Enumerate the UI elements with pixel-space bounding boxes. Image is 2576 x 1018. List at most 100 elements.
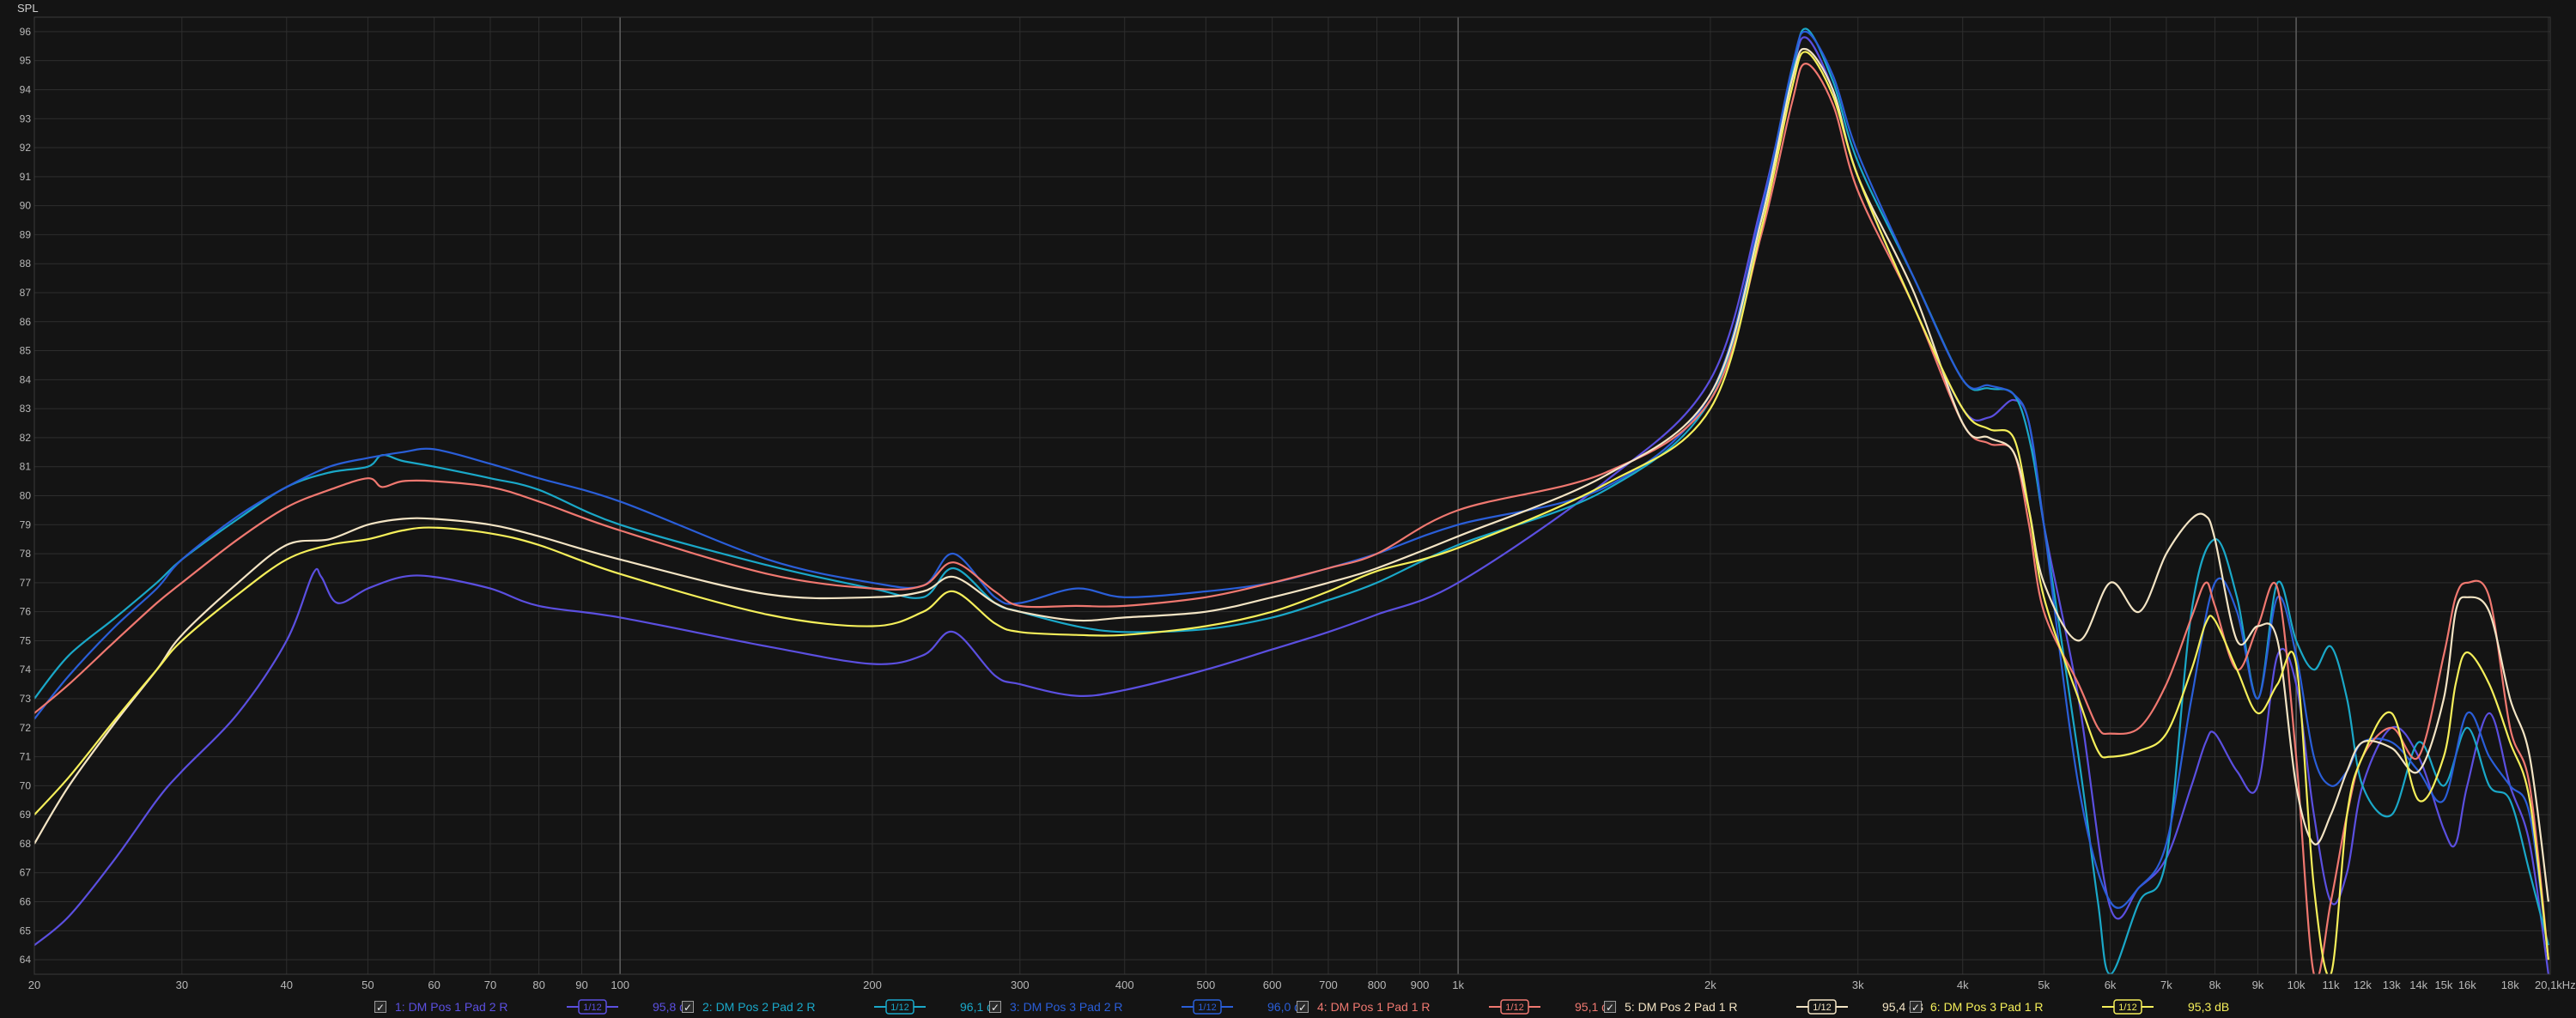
x-tick-label: 500 <box>1196 979 1215 991</box>
x-tick-label: 1k <box>1452 979 1464 991</box>
y-tick-label: 68 <box>20 838 32 850</box>
legend-item[interactable]: ✓ 1: DM Pos 1 Pad 2 R 1/12 95,8 dB <box>374 998 694 1015</box>
y-tick-label: 72 <box>20 722 32 734</box>
y-tick-label: 65 <box>20 924 32 936</box>
smoothing-label: 1/12 <box>1813 1003 1831 1013</box>
legend-checkbox[interactable]: ✓ <box>1910 1001 1922 1014</box>
y-tick-label: 70 <box>20 779 32 791</box>
x-tick-label: 200 <box>863 979 882 991</box>
y-tick-label: 67 <box>20 867 32 879</box>
legend-value: 95,3 dB <box>2188 1000 2230 1014</box>
legend-item[interactable]: ✓ 3: DM Pos 3 Pad 2 R 1/12 96,0 dB <box>989 998 1309 1015</box>
y-tick-label: 95 <box>20 55 32 67</box>
smoothing-button[interactable]: 1/12 <box>1796 998 1848 1015</box>
y-tick-label: 78 <box>20 548 32 560</box>
smoothing-label: 1/12 <box>890 1003 908 1013</box>
smoothing-label: 1/12 <box>583 1003 601 1013</box>
smoothing-button[interactable]: 1/12 <box>1489 998 1540 1015</box>
y-tick-label: 88 <box>20 258 32 270</box>
y-axis-label: SPL <box>17 2 39 15</box>
x-tick-label: 6k <box>2105 979 2117 991</box>
smoothing-button[interactable]: 1/12 <box>1182 998 1233 1015</box>
y-tick-label: 66 <box>20 896 32 908</box>
legend-checkbox[interactable]: ✓ <box>682 1001 694 1014</box>
smoothing-button[interactable]: 1/12 <box>567 998 618 1015</box>
y-tick-label: 89 <box>20 228 32 240</box>
legend-series-name: 6: DM Pos 3 Pad 1 R <box>1930 1000 2044 1014</box>
x-tick-label: 9k <box>2252 979 2264 991</box>
legend-series-name: 5: DM Pos 2 Pad 1 R <box>1625 1000 1738 1014</box>
y-tick-label: 86 <box>20 316 32 328</box>
smoothing-label: 1/12 <box>1198 1003 1216 1013</box>
x-tick-label: 600 <box>1263 979 1282 991</box>
legend-series-name: 4: DM Pos 1 Pad 1 R <box>1317 1000 1431 1014</box>
smoothing-label: 1/12 <box>2118 1003 2136 1013</box>
legend-item[interactable]: ✓ 6: DM Pos 3 Pad 1 R 1/12 95,3 dB <box>1910 998 2229 1015</box>
x-tick-label: 12k <box>2354 979 2372 991</box>
y-tick-label: 76 <box>20 606 32 618</box>
y-tick-label: 81 <box>20 461 32 473</box>
x-tick-label: 11k <box>2322 979 2339 991</box>
legend-item[interactable]: ✓ 2: DM Pos 2 Pad 2 R 1/12 96,1 dB <box>682 998 1001 1015</box>
y-tick-label: 64 <box>20 954 32 966</box>
y-tick-label: 73 <box>20 693 32 705</box>
x-tick-label: 900 <box>1411 979 1430 991</box>
legend-series-name: 2: DM Pos 2 Pad 2 R <box>702 1000 816 1014</box>
y-tick-label: 75 <box>20 634 32 646</box>
y-tick-label: 85 <box>20 345 32 357</box>
x-tick-label: 70 <box>484 979 496 991</box>
y-tick-label: 77 <box>20 577 32 589</box>
x-tick-label: 700 <box>1319 979 1338 991</box>
x-tick-label: 14k <box>2409 979 2427 991</box>
smoothing-label: 1/12 <box>1505 1003 1523 1013</box>
y-tick-label: 83 <box>20 403 32 415</box>
x-tick-label: 60 <box>428 979 440 991</box>
x-tick-label: 30 <box>176 979 188 991</box>
y-tick-label: 84 <box>20 373 32 385</box>
legend: ✓ 1: DM Pos 1 Pad 2 R 1/12 95,8 dB ✓ 2: DM Po… <box>0 996 2576 1018</box>
y-tick-label: 87 <box>20 287 32 299</box>
x-tick-label: 10k <box>2287 979 2306 991</box>
legend-checkbox[interactable]: ✓ <box>1604 1001 1616 1014</box>
legend-item[interactable]: ✓ 5: DM Pos 2 Pad 1 R 1/12 95,4 dB <box>1604 998 1923 1015</box>
x-tick-label: 7k <box>2160 979 2172 991</box>
y-tick-label: 92 <box>20 142 32 154</box>
y-tick-label: 96 <box>20 26 32 38</box>
y-tick-label: 80 <box>20 490 32 502</box>
x-tick-label: 15k <box>2434 979 2452 991</box>
x-tick-label: 2k <box>1704 979 1716 991</box>
legend-item[interactable]: ✓ 4: DM Pos 1 Pad 1 R 1/12 95,1 dB <box>1297 998 1616 1015</box>
smoothing-button[interactable]: 1/12 <box>2102 998 2154 1015</box>
legend-series-name: 1: DM Pos 1 Pad 2 R <box>395 1000 508 1014</box>
x-tick-label: 40 <box>281 979 293 991</box>
chart-background <box>0 0 2576 996</box>
y-tick-label: 90 <box>20 200 32 212</box>
x-tick-label: 800 <box>1368 979 1387 991</box>
x-tick-label: 16k <box>2458 979 2476 991</box>
x-tick-label: 18k <box>2501 979 2519 991</box>
frequency-response-chart: SPL 64 65 66 67 68 69 70 71 72 73 74 75 76 77 78 79 80 81… <box>0 0 2576 996</box>
x-tick-label: 4k <box>1957 979 1969 991</box>
x-tick-label: 3k <box>1852 979 1864 991</box>
y-tick-label: 93 <box>20 112 32 124</box>
y-tick-label: 71 <box>20 751 32 763</box>
x-tick-label: 5k <box>2038 979 2050 991</box>
y-tick-label: 94 <box>20 83 32 95</box>
x-tick-label: 90 <box>575 979 587 991</box>
x-tick-label: 20 <box>28 979 40 991</box>
y-tick-label: 74 <box>20 664 32 676</box>
legend-checkbox[interactable]: ✓ <box>374 1001 386 1014</box>
legend-series-name: 3: DM Pos 3 Pad 2 R <box>1010 1000 1123 1014</box>
x-tick-label: 400 <box>1115 979 1134 991</box>
legend-checkbox[interactable]: ✓ <box>1297 1001 1309 1014</box>
x-tick-label: 300 <box>1011 979 1030 991</box>
x-tick-label: 8k <box>2209 979 2221 991</box>
y-tick-label: 91 <box>20 171 32 183</box>
smoothing-button[interactable]: 1/12 <box>874 998 926 1015</box>
x-tick-label: 80 <box>532 979 544 991</box>
x-tick-label: 100 <box>611 979 629 991</box>
x-tick-label: 20,1kHz <box>2535 979 2576 991</box>
x-tick-label: 50 <box>361 979 374 991</box>
x-tick-label: 13k <box>2383 979 2401 991</box>
legend-checkbox[interactable]: ✓ <box>989 1001 1001 1014</box>
